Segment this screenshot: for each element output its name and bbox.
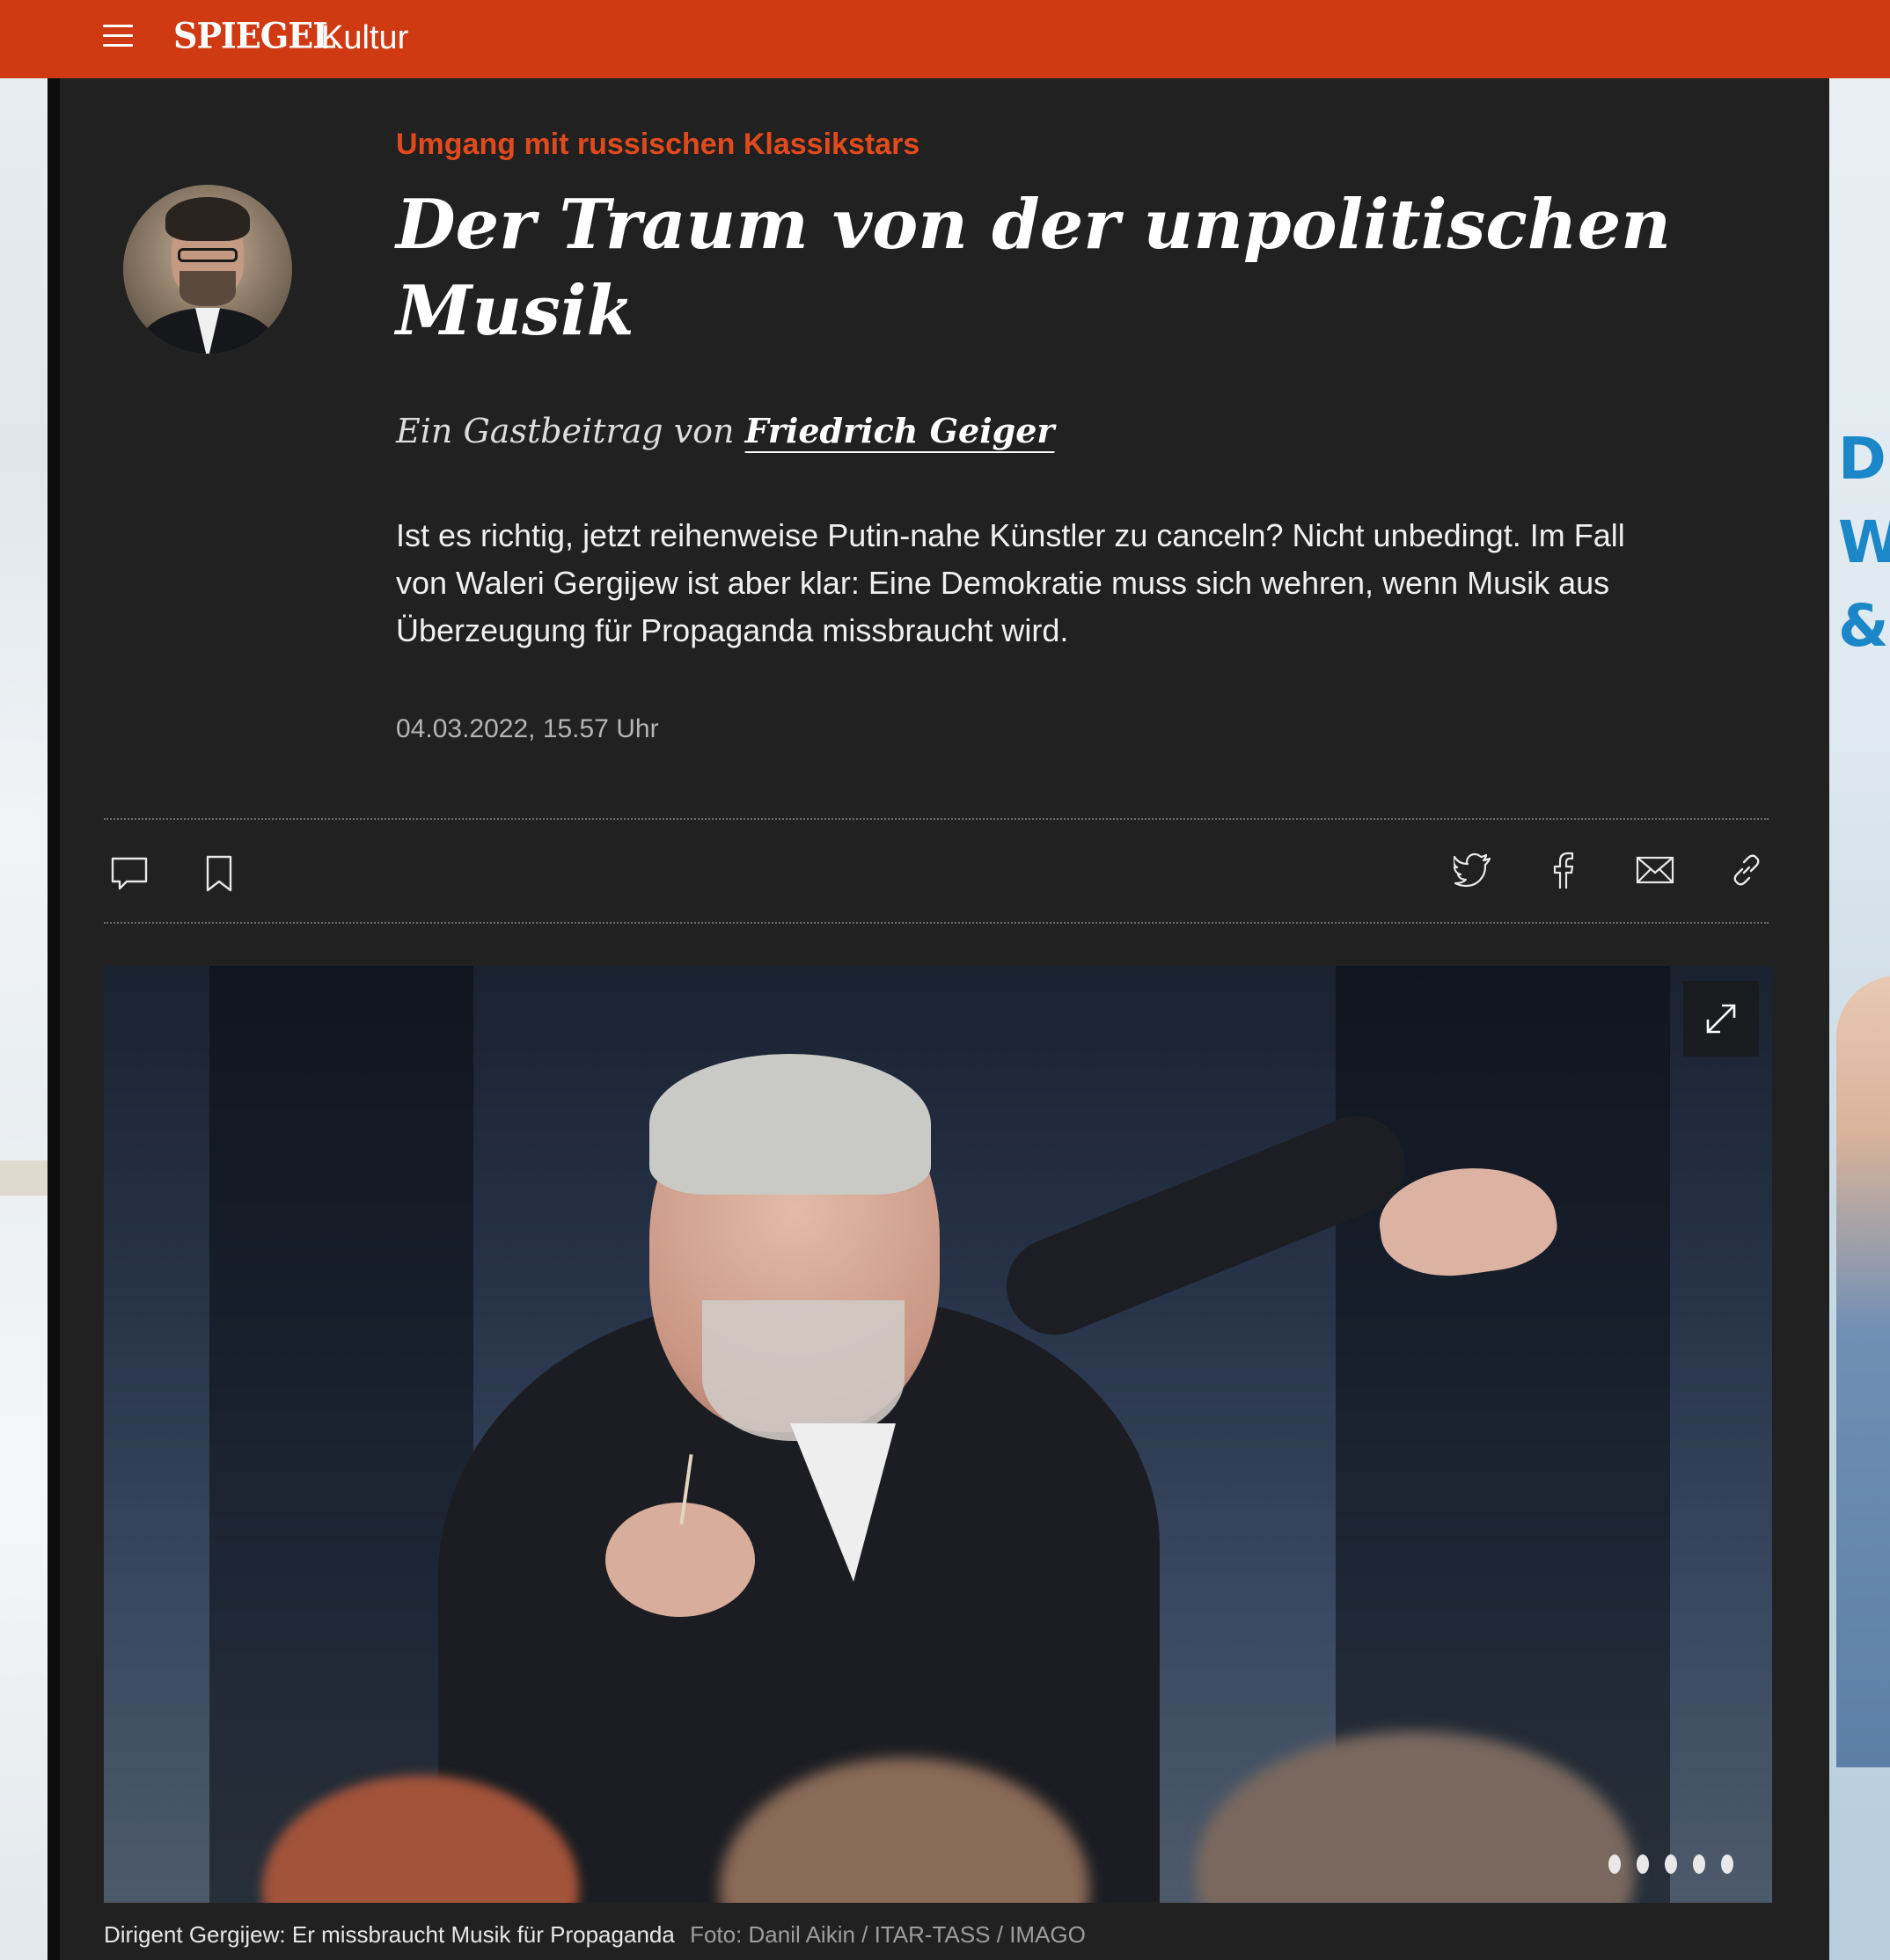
lead-image[interactable] <box>104 966 1772 1903</box>
image-caption: Dirigent Gergijew: Er missbraucht Musik … <box>104 1921 1086 1949</box>
comment-icon[interactable] <box>109 853 150 894</box>
link-icon[interactable] <box>1726 850 1767 890</box>
ad-right[interactable]: D W & <box>1829 78 1890 1960</box>
twitter-icon[interactable] <box>1452 850 1494 890</box>
divider-bottom <box>104 922 1769 924</box>
article-teaser: Ist es richtig, jetzt reihenweise Putin-… <box>396 517 1625 648</box>
bookmark-icon[interactable] <box>199 853 239 894</box>
section-name[interactable]: Kultur <box>321 19 408 57</box>
byline-prefix: Ein Gastbeitrag von <box>396 412 735 450</box>
ad-text-1: D <box>1838 425 1886 493</box>
brand-logo[interactable]: SPIEGEL <box>173 15 336 56</box>
caption-text: Dirigent Gergijew: Er missbraucht Musik … <box>104 1921 675 1948</box>
article-headline: Der Traum von der unpolitischen Musik <box>396 185 1671 351</box>
ad-text-2: W <box>1838 508 1890 576</box>
hamburger-menu-icon[interactable] <box>103 25 133 48</box>
expand-image-icon[interactable] <box>1683 981 1759 1057</box>
divider-top <box>104 818 1769 820</box>
ad-left[interactable] <box>0 78 48 1960</box>
ad-text-3: & <box>1838 592 1889 660</box>
byline: Ein Gastbeitrag von Friedrich Geiger <box>396 411 1054 450</box>
author-link[interactable]: Friedrich Geiger <box>745 411 1055 450</box>
article-kicker: Umgang mit russischen Klassikstars <box>396 128 920 161</box>
facebook-icon[interactable] <box>1543 850 1584 890</box>
top-bar: SPIEGEL Kultur <box>0 0 1890 78</box>
ad-person-image <box>1836 976 1890 1767</box>
publish-date: 04.03.2022, 15.57 Uhr <box>396 714 659 743</box>
mail-icon[interactable] <box>1635 850 1675 890</box>
author-avatar[interactable] <box>123 185 292 354</box>
photo-credit: Foto: Danil Aikin / ITAR-TASS / IMAGO <box>690 1921 1086 1948</box>
